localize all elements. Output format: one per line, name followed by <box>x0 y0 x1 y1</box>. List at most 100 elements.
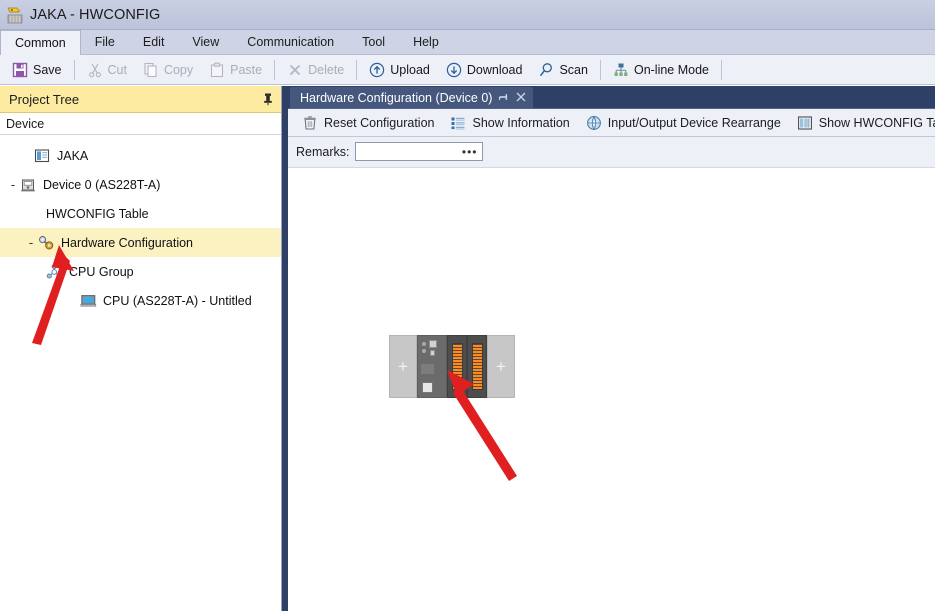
copy-label: Copy <box>164 63 193 77</box>
paste-icon <box>209 62 225 78</box>
show-information-button[interactable]: Show Information <box>442 110 577 136</box>
tree-node-cpu-untitled[interactable]: CPU (AS228T-A) - Untitled <box>0 286 281 315</box>
delete-button[interactable]: Delete <box>279 57 352 83</box>
menu-item-edit[interactable]: Edit <box>129 30 179 54</box>
reset-configuration-button[interactable]: Reset Configuration <box>294 110 442 136</box>
tab-pin-icon[interactable] <box>499 92 509 104</box>
menu-label: Edit <box>143 35 165 49</box>
tree-expander[interactable]: - <box>24 236 38 249</box>
tree-node-label: JAKA <box>57 149 88 163</box>
upload-icon <box>369 62 385 78</box>
device-icon <box>20 177 37 193</box>
remarks-ellipsis: ••• <box>462 145 478 159</box>
document-panel: Reset Configuration Show Informa <box>288 108 935 611</box>
menu-item-tool[interactable]: Tool <box>348 30 399 54</box>
paste-button[interactable]: Paste <box>201 57 270 83</box>
remarks-label: Remarks: <box>296 145 349 159</box>
menu-bar: Common File Edit View Communication Tool… <box>0 30 935 55</box>
main-toolbar: Save Cut Copy Paste <box>0 55 935 85</box>
download-label: Download <box>467 63 523 77</box>
menu-label: Help <box>413 35 439 49</box>
cpu-chip <box>429 340 437 348</box>
list-icon <box>450 115 466 131</box>
toolbar-separator <box>721 60 722 80</box>
cpu-module[interactable] <box>417 335 447 398</box>
document-tab-strip: Hardware Configuration (Device 0) <box>282 86 935 108</box>
pin-icon[interactable] <box>262 92 274 106</box>
tree-node-jaka[interactable]: JAKA <box>0 141 281 170</box>
menu-item-common[interactable]: Common <box>0 30 81 55</box>
tree-node-label: HWCONFIG Table <box>46 207 149 221</box>
delete-icon <box>287 62 303 78</box>
save-label: Save <box>33 63 62 77</box>
scan-icon <box>538 62 554 78</box>
menu-item-view[interactable]: View <box>178 30 233 54</box>
online-mode-button[interactable]: On-line Mode <box>605 57 717 83</box>
remarks-input[interactable]: ••• <box>355 142 483 161</box>
cpu-led <box>422 349 426 353</box>
project-tree-header: Project Tree <box>0 86 281 113</box>
empty-slot-left[interactable]: + <box>389 335 417 398</box>
tab-close-icon[interactable] <box>516 92 526 104</box>
toolbar-separator <box>274 60 275 80</box>
document-tab-hardware-configuration[interactable]: Hardware Configuration (Device 0) <box>290 87 533 108</box>
upload-label: Upload <box>390 63 430 77</box>
cpu-led <box>422 342 426 346</box>
menu-item-file[interactable]: File <box>81 30 129 54</box>
save-button[interactable]: Save <box>4 57 70 83</box>
scan-label: Scan <box>559 63 588 77</box>
table-icon <box>797 115 813 131</box>
menu-label: Tool <box>362 35 385 49</box>
column-header-label: Device <box>6 117 44 131</box>
document-toolbar: Reset Configuration Show Informa <box>288 109 935 137</box>
io-module-2[interactable] <box>467 335 487 398</box>
tree-expander[interactable]: - <box>6 178 20 191</box>
io-module-1[interactable] <box>447 335 467 398</box>
online-mode-icon <box>613 62 629 78</box>
hardware-canvas[interactable]: + <box>288 167 935 611</box>
copy-button[interactable]: Copy <box>135 57 201 83</box>
tree-node-label: Hardware Configuration <box>61 236 193 250</box>
tree-node-hardware-configuration[interactable]: - Hardware Configuration <box>0 228 281 257</box>
cut-button[interactable]: Cut <box>79 57 135 83</box>
tree-node-label: CPU (AS228T-A) - Untitled <box>103 294 252 308</box>
show-hwconfig-tab-button[interactable]: Show HWCONFIG Tab <box>789 110 935 136</box>
toolbar-separator <box>600 60 601 80</box>
input-output-device-rearrange-label: Input/Output Device Rearrange <box>608 116 781 130</box>
show-information-label: Show Information <box>472 116 569 130</box>
menu-item-help[interactable]: Help <box>399 30 453 54</box>
empty-slot-label: + <box>398 358 408 375</box>
menu-label: Communication <box>247 35 334 49</box>
document-tab-label: Hardware Configuration (Device 0) <box>300 91 492 105</box>
delete-label: Delete <box>308 63 344 77</box>
download-icon <box>446 62 462 78</box>
copy-icon <box>143 62 159 78</box>
tree-node-hwconfig-table[interactable]: HWCONFIG Table <box>0 199 281 228</box>
menu-item-communication[interactable]: Communication <box>233 30 348 54</box>
empty-slot-label: + <box>496 358 506 375</box>
download-button[interactable]: Download <box>438 57 531 83</box>
remarks-row: Remarks: ••• <box>288 137 935 166</box>
cpu-icon <box>80 293 97 309</box>
upload-button[interactable]: Upload <box>361 57 438 83</box>
scan-button[interactable]: Scan <box>530 57 596 83</box>
input-output-device-rearrange-button[interactable]: Input/Output Device Rearrange <box>578 110 789 136</box>
paste-label: Paste <box>230 63 262 77</box>
project-tree-column-header: Device <box>0 113 281 135</box>
menu-label: Common <box>15 36 66 50</box>
menu-label: File <box>95 35 115 49</box>
online-mode-label: On-line Mode <box>634 63 709 77</box>
plc-rack[interactable]: + <box>389 335 515 398</box>
cpu-chip <box>430 350 435 356</box>
trash-icon <box>302 115 318 131</box>
project-tree-title: Project Tree <box>9 92 79 107</box>
reset-configuration-label: Reset Configuration <box>324 116 434 130</box>
tree-node-cpu-group[interactable]: CPU Group <box>0 257 281 286</box>
empty-slot-right[interactable]: + <box>487 335 515 398</box>
tree-node-label: Device 0 (AS228T-A) <box>43 178 160 192</box>
tree-node-device-0[interactable]: - Device 0 (AS228T-A) <box>0 170 281 199</box>
project-icon <box>34 148 51 164</box>
io-terminal-strip <box>472 343 483 390</box>
project-tree-body: JAKA - Device 0 (AS228T-A) HWCONFIG Tabl <box>0 135 281 315</box>
tree-node-label: CPU Group <box>69 265 134 279</box>
